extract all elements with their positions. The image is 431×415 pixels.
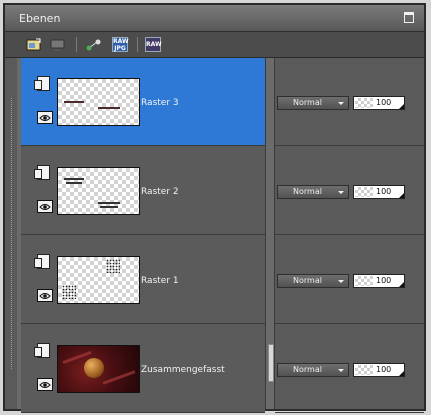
thumbnail-mark	[100, 206, 118, 208]
raw-jpg-icon: RAW JPG	[112, 37, 129, 52]
visibility-eye-icon[interactable]	[37, 289, 53, 302]
thumbnail-mark	[98, 107, 120, 109]
layer-group-icon[interactable]	[34, 76, 50, 91]
layer-thumbnail	[57, 78, 140, 126]
layer-properties-row: Normal 100	[275, 147, 424, 235]
raw-label: RAW	[146, 41, 162, 48]
opacity-field[interactable]: 100	[353, 274, 405, 288]
dropdown-arrow-icon	[338, 191, 344, 194]
dropdown-arrow-icon	[338, 369, 344, 372]
layer-group-icon[interactable]	[34, 165, 50, 180]
layer-row-raster-1[interactable]: Raster 1	[21, 236, 265, 324]
opacity-value: 100	[376, 276, 392, 285]
opacity-field[interactable]: 100	[353, 185, 405, 199]
monitor-icon	[50, 39, 65, 51]
layer-row-zusammengefasst[interactable]: Zusammengefasst	[21, 325, 265, 413]
layers-palette: Ebenen RAW JPG RAW Raster 3 Raster 2 Ras…	[3, 3, 426, 413]
opacity-value: 100	[376, 187, 392, 196]
visibility-eye-icon[interactable]	[37, 378, 53, 391]
opacity-value: 100	[376, 365, 392, 374]
layer-properties-row: Normal 100	[275, 58, 424, 146]
opacity-field[interactable]: 100	[353, 363, 405, 377]
layer-group-icon[interactable]	[34, 254, 50, 269]
link-nodes-icon	[86, 39, 101, 50]
palette-titlebar[interactable]: Ebenen	[5, 5, 424, 32]
opacity-slider-icon[interactable]	[399, 371, 404, 376]
pane-splitter[interactable]	[265, 58, 275, 409]
toolbar-separator	[76, 37, 77, 52]
dropdown-arrow-icon	[338, 280, 344, 283]
raw-jpg-top-label: RAW	[113, 37, 129, 45]
blend-mode-dropdown[interactable]: Normal	[277, 274, 349, 288]
layer-properties-column: Normal 100 Normal 100 Normal 100 Normal …	[275, 58, 424, 413]
layer-properties-row: Normal 100	[275, 325, 424, 413]
thumbnail-mark	[64, 101, 84, 103]
toolbar-separator	[137, 37, 138, 52]
blend-mode-dropdown[interactable]: Normal	[277, 363, 349, 377]
opacity-slider-icon[interactable]	[399, 193, 404, 198]
layers-toolbar: RAW JPG RAW	[5, 32, 424, 58]
layer-thumbnail	[57, 167, 140, 215]
layer-name[interactable]: Raster 2	[141, 187, 179, 197]
layer-name[interactable]: Zusammengefasst	[141, 365, 225, 375]
raw-jpg-bottom-label: JPG	[114, 44, 126, 52]
new-layer-button[interactable]	[25, 36, 43, 53]
blend-mode-dropdown[interactable]: Normal	[277, 185, 349, 199]
blend-mode-value: Normal	[293, 276, 322, 285]
raw-jpg-button[interactable]: RAW JPG	[111, 36, 129, 53]
layer-tree-lines	[5, 58, 17, 409]
thumbnail-streak	[102, 370, 136, 385]
splitter-grip[interactable]	[268, 344, 274, 382]
opacity-swatch	[355, 187, 373, 197]
maximize-icon[interactable]	[404, 12, 414, 23]
new-raster-layer-icon	[26, 38, 41, 50]
opacity-swatch	[355, 365, 373, 375]
thumbnail-dots	[106, 259, 120, 273]
visibility-eye-icon[interactable]	[37, 200, 53, 213]
dropdown-arrow-icon	[338, 102, 344, 105]
layer-thumbnail	[57, 345, 140, 393]
visibility-eye-icon[interactable]	[37, 111, 53, 124]
layer-group-icon[interactable]	[34, 343, 50, 358]
layer-thumbnail	[57, 256, 140, 304]
blend-mode-value: Normal	[293, 98, 322, 107]
thumbnail-dots	[62, 285, 76, 299]
opacity-slider-icon[interactable]	[399, 282, 404, 287]
opacity-swatch	[355, 276, 373, 286]
raw-icon: RAW	[145, 37, 162, 52]
opacity-swatch	[355, 98, 373, 108]
layer-properties-button[interactable]	[49, 36, 67, 53]
layer-name[interactable]: Raster 1	[141, 276, 179, 286]
opacity-slider-icon[interactable]	[399, 104, 404, 109]
opacity-value: 100	[376, 98, 392, 107]
thumbnail-mark	[64, 178, 84, 180]
link-layers-button[interactable]	[85, 36, 103, 53]
opacity-field[interactable]: 100	[353, 96, 405, 110]
blend-mode-dropdown[interactable]: Normal	[277, 96, 349, 110]
thumbnail-mark	[66, 182, 82, 184]
tree-connector	[11, 98, 12, 369]
layer-list: Raster 3 Raster 2 Raster 1 Zusammengefas…	[21, 58, 265, 413]
raw-button[interactable]: RAW	[144, 36, 162, 53]
layer-row-raster-2[interactable]: Raster 2	[21, 147, 265, 235]
layer-row-raster-3[interactable]: Raster 3	[21, 58, 265, 146]
palette-title: Ebenen	[19, 12, 61, 25]
thumbnail-sphere	[84, 358, 104, 378]
thumbnail-mark	[98, 202, 120, 204]
layer-name[interactable]: Raster 3	[141, 98, 179, 108]
blend-mode-value: Normal	[293, 365, 322, 374]
blend-mode-value: Normal	[293, 187, 322, 196]
layer-properties-row: Normal 100	[275, 236, 424, 324]
